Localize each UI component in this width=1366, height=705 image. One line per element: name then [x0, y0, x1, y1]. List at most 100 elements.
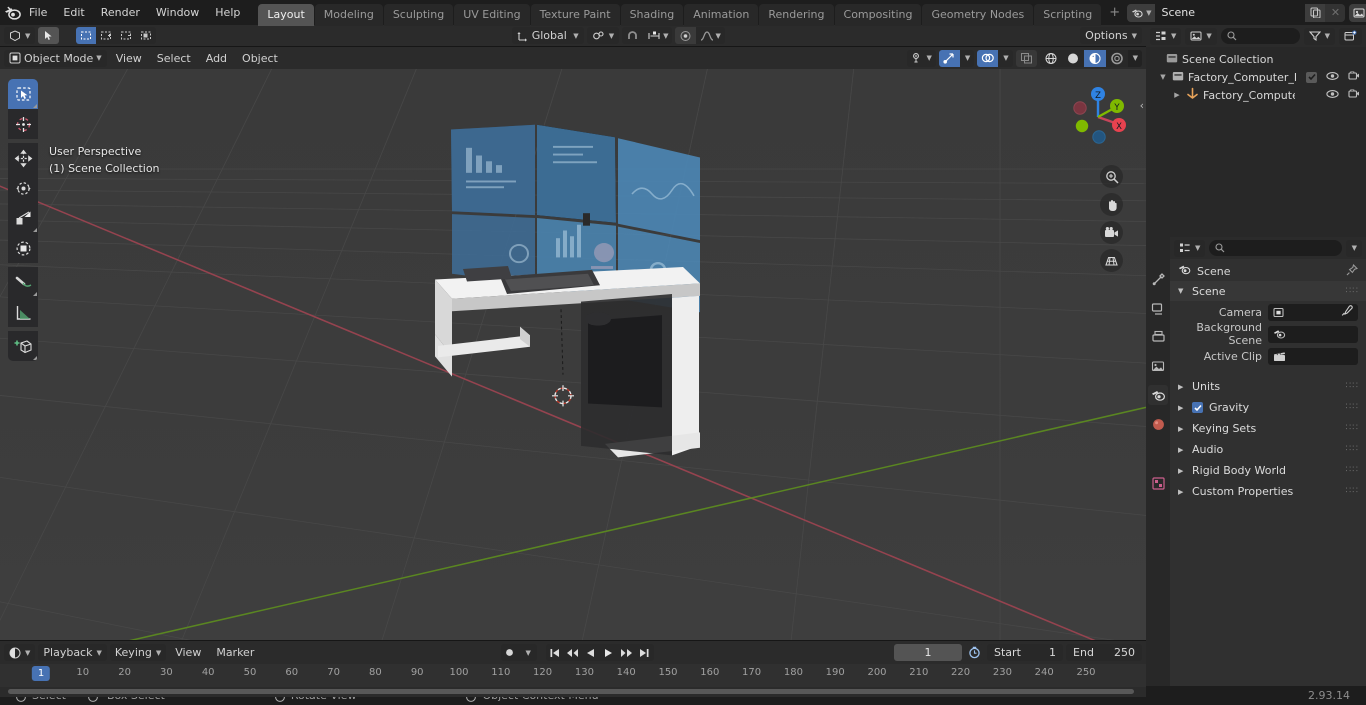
camera-field[interactable] [1268, 303, 1358, 321]
tab-layout[interactable]: Layout [258, 3, 314, 26]
show-gizmo-toggle[interactable] [938, 49, 960, 67]
play-reverse-button[interactable] [582, 644, 600, 661]
tab-world-properties[interactable] [1148, 414, 1168, 434]
pan-view-icon[interactable] [1100, 193, 1123, 216]
jump-to-end-button[interactable] [636, 644, 654, 661]
custom-properties-panel[interactable]: ▶ Custom Properties ∷∷ [1170, 481, 1366, 502]
editor-type-selector[interactable]: ▼ [4, 27, 36, 44]
select-subtract-icon[interactable] [116, 27, 136, 44]
sidebar-toggle-arrow-icon[interactable]: ‹ [1140, 99, 1144, 112]
toggle-xray-button[interactable] [1015, 49, 1037, 67]
rotate-tool[interactable] [8, 173, 38, 203]
gravity-checkbox[interactable] [1192, 402, 1203, 413]
tab-scene-properties[interactable] [1148, 385, 1168, 405]
add-workspace-button[interactable]: + [1102, 2, 1127, 23]
scene-name[interactable]: Scene [1155, 3, 1306, 22]
background-scene-field[interactable] [1268, 325, 1358, 343]
select-set-icon[interactable] [76, 27, 97, 44]
viewport-menu-select[interactable]: Select [151, 50, 197, 67]
panel-drag-handle[interactable]: ∷∷ [1346, 403, 1359, 412]
tab-rendering[interactable]: Rendering [759, 3, 834, 26]
playback-menu[interactable]: Playback ▼ [38, 644, 107, 661]
snap-pivot-button[interactable]: ▼ [586, 27, 620, 44]
record-group[interactable]: ▼ [500, 644, 537, 661]
outliner-row-collection[interactable]: ▼ Factory_Computer_Monitors_ [1146, 68, 1366, 86]
tab-render-properties[interactable] [1148, 298, 1168, 318]
menu-edit[interactable]: Edit [55, 3, 92, 22]
scene-panel-header[interactable]: ▼ Scene ∷∷ [1170, 281, 1366, 301]
panel-drag-handle[interactable]: ∷∷ [1346, 424, 1359, 433]
outliner-display-mode-selector[interactable]: ▼ [1185, 27, 1217, 45]
scale-tool[interactable] [8, 203, 38, 233]
toggle-perspective-icon[interactable] [1100, 249, 1123, 272]
shading-modes-group[interactable]: ▼ [1039, 49, 1142, 67]
eye-icon[interactable] [1326, 71, 1339, 84]
show-overlays-toggle[interactable] [977, 49, 999, 67]
annotate-tool[interactable] [8, 267, 38, 297]
tab-view-layer-properties[interactable] [1148, 356, 1168, 376]
tab-scripting[interactable]: Scripting [1034, 3, 1102, 26]
timeline-playhead[interactable]: 1 [31, 666, 51, 681]
auto-keying-button[interactable] [501, 644, 519, 661]
3d-viewport[interactable]: User Perspective (1) Scene Collection Z … [0, 69, 1146, 640]
proportional-edit-icon[interactable] [675, 27, 697, 44]
shading-material-preview-button[interactable] [1083, 49, 1106, 67]
tab-shading[interactable]: Shading [620, 3, 684, 26]
expand-arrow-icon[interactable]: ▶ [1172, 91, 1182, 99]
tool-active-icon[interactable] [38, 27, 60, 44]
camera-icon[interactable] [1348, 70, 1360, 84]
object-visibility-icon[interactable]: ▼ [907, 50, 935, 67]
previous-keyframe-button[interactable] [564, 644, 582, 661]
snap-target-icon[interactable]: ▼ [643, 27, 672, 44]
menu-help[interactable]: Help [207, 3, 248, 22]
pin-icon[interactable] [1346, 263, 1359, 279]
blender-logo-icon[interactable] [4, 2, 21, 24]
properties-options-button[interactable]: ▼ [1345, 239, 1362, 257]
eye-icon[interactable] [1326, 89, 1339, 102]
gizmo-group[interactable]: ▼ [938, 49, 975, 67]
xray-group[interactable] [1015, 49, 1037, 67]
tab-texture-properties[interactable] [1148, 473, 1168, 493]
viewport-menu-object[interactable]: Object [236, 50, 284, 67]
mode-selector[interactable]: Object Mode ▼ [4, 49, 107, 67]
tab-texture-paint[interactable]: Texture Paint [530, 3, 620, 26]
shading-options-icon[interactable]: ▼ [1127, 49, 1142, 67]
add-cube-tool[interactable] [8, 331, 38, 361]
units-panel[interactable]: ▶ Units ∷∷ [1170, 376, 1366, 397]
collection-checkbox[interactable] [1306, 71, 1317, 83]
measure-tool[interactable] [8, 297, 38, 327]
unlink-scene-button[interactable]: ✕ [1325, 3, 1346, 22]
snap-group[interactable]: ▼ [622, 27, 673, 44]
overlays-options-icon[interactable]: ▼ [998, 50, 1012, 67]
view-layer-selector[interactable]: ▼ View Layer ✕ [1349, 3, 1366, 22]
transform-tool[interactable] [8, 233, 38, 263]
select-mode-group[interactable] [76, 27, 157, 44]
scene-selector[interactable]: ▼ Scene ✕ [1127, 3, 1346, 22]
tab-uv-editing[interactable]: UV Editing [454, 3, 530, 26]
timeline-menu-marker[interactable]: Marker [210, 644, 260, 661]
shading-rendered-button[interactable] [1106, 50, 1128, 67]
select-invert-icon[interactable] [136, 27, 156, 44]
timeline-menu-view[interactable]: View [169, 644, 207, 661]
keying-menu[interactable]: Keying ▼ [109, 644, 167, 661]
scene-icon[interactable]: ▼ [1127, 3, 1156, 22]
play-button[interactable] [600, 644, 618, 661]
camera-view-icon[interactable] [1100, 221, 1123, 244]
properties-search-input[interactable] [1209, 240, 1342, 256]
tab-sculpting[interactable]: Sculpting [383, 3, 454, 26]
proportional-edit-group[interactable]: ▼ [675, 27, 725, 44]
tab-modeling[interactable]: Modeling [314, 3, 383, 26]
outliner-tree[interactable]: Scene Collection ▼ Factory_Computer_Moni… [1146, 47, 1366, 237]
outliner-filter-button[interactable]: ▼ [1303, 27, 1335, 45]
gravity-panel[interactable]: ▶ Gravity ∷∷ [1170, 397, 1366, 418]
outliner-search-input[interactable] [1220, 28, 1300, 44]
timeline-editor-type-selector[interactable]: ▼ [4, 644, 36, 661]
panel-drag-handle[interactable]: ∷∷ [1346, 487, 1359, 496]
tab-compositing[interactable]: Compositing [834, 3, 922, 26]
overlays-group[interactable]: ▼ [977, 49, 1013, 67]
panel-drag-handle[interactable]: ∷∷ [1346, 445, 1359, 454]
eyedropper-icon[interactable] [1341, 304, 1353, 320]
tab-geometry-nodes[interactable]: Geometry Nodes [922, 3, 1034, 26]
new-scene-button[interactable] [1305, 3, 1326, 22]
end-frame-field[interactable]: End 250 [1066, 644, 1143, 661]
